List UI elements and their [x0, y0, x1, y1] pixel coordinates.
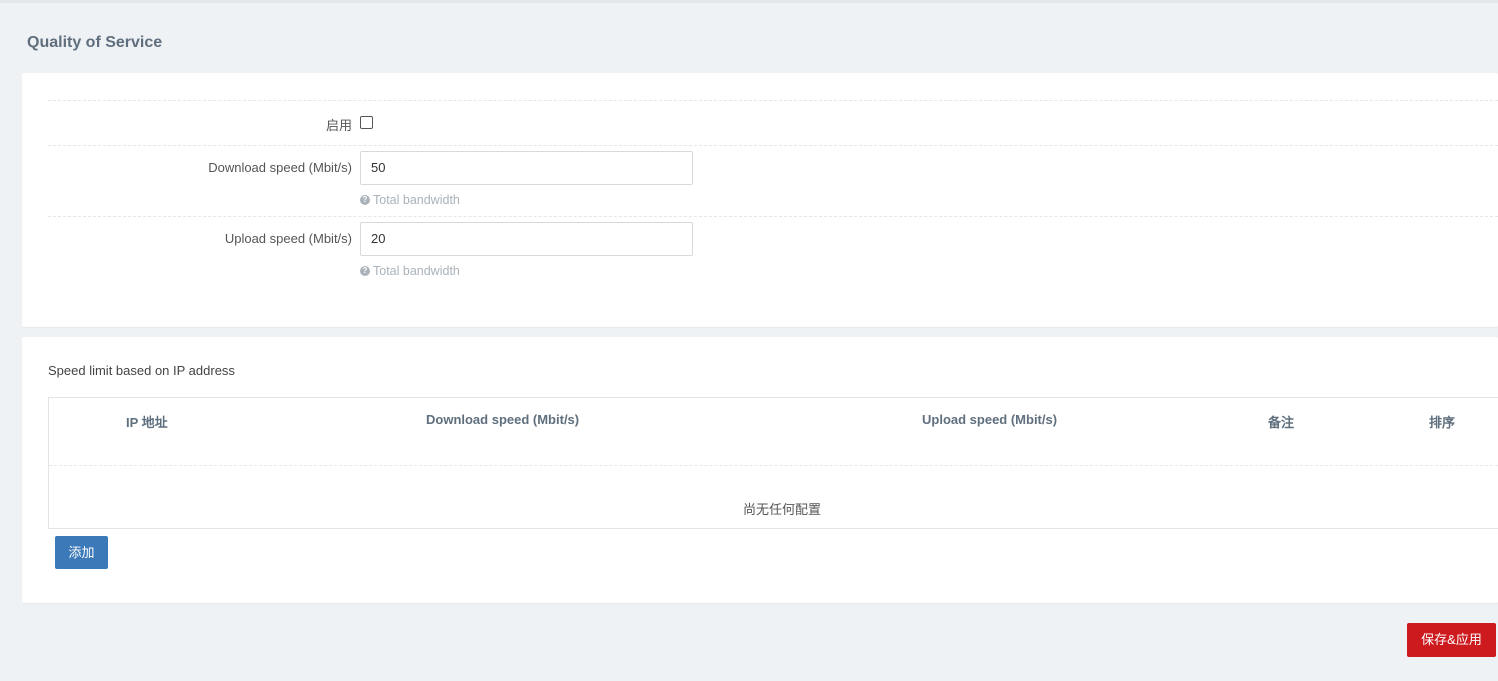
enable-checkbox[interactable]: [360, 116, 373, 129]
enable-label: 启用: [325, 118, 352, 133]
save-apply-button[interactable]: 保存&应用: [1407, 623, 1496, 657]
column-header-download: Download speed (Mbit/s): [426, 412, 580, 427]
download-speed-label: Download speed (Mbit/s): [208, 160, 352, 175]
column-header-upload: Upload speed (Mbit/s): [922, 412, 1058, 427]
upload-speed-help: ? Total bandwidth: [360, 264, 460, 278]
column-header-ip: IP 地址: [126, 415, 168, 430]
top-border: [0, 0, 1498, 3]
section-title: Speed limit based on IP address: [48, 363, 235, 378]
upload-speed-label: Upload speed (Mbit/s): [224, 231, 352, 246]
upload-speed-input[interactable]: 20: [360, 222, 693, 256]
add-button[interactable]: 添加: [55, 536, 108, 569]
ip-limit-table: IP 地址 Download speed (Mbit/s) Upload spe…: [48, 397, 1498, 529]
column-header-sort: 排序: [1429, 415, 1456, 430]
upload-speed-help-text: Total bandwidth: [373, 264, 460, 278]
download-speed-help-text: Total bandwidth: [373, 193, 460, 207]
row-divider: [48, 216, 1498, 217]
download-speed-input[interactable]: 50: [360, 151, 693, 185]
qos-settings-panel: 启用 Download speed (Mbit/s) 50 ? Total ba…: [22, 73, 1498, 327]
question-circle-icon: ?: [360, 266, 370, 276]
page-title: Quality of Service: [27, 34, 163, 51]
row-divider: [48, 145, 1498, 146]
empty-state-text: 尚无任何配置: [743, 502, 822, 517]
row-divider: [48, 100, 1498, 101]
table-divider: [49, 465, 1498, 466]
question-circle-icon: ?: [360, 195, 370, 205]
column-header-remark: 备注: [1268, 415, 1295, 430]
download-speed-help: ? Total bandwidth: [360, 193, 460, 207]
ip-speed-limit-panel: Speed limit based on IP address IP 地址 Do…: [22, 337, 1498, 603]
